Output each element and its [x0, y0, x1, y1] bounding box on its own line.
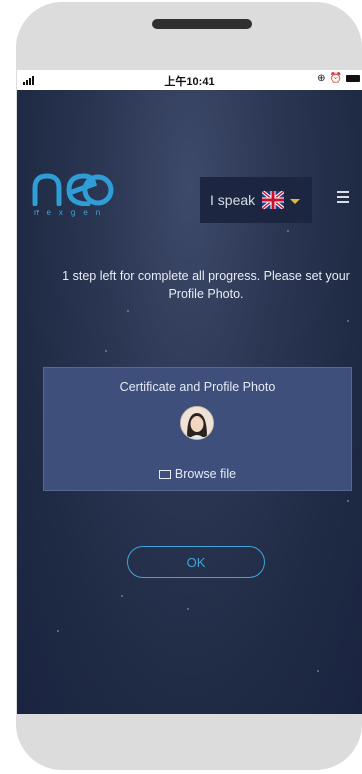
status-time: 上午10:41 [164, 76, 215, 88]
hamburger-menu-icon[interactable] [337, 191, 349, 206]
image-icon [158, 470, 171, 479]
star-decoration [347, 500, 349, 502]
alarm-icon: ⏰ [329, 73, 342, 84]
language-label: I speak [210, 192, 256, 208]
neo-logo-mark [32, 173, 114, 206]
instruction-message: 1 step left for complete all progress. P… [62, 269, 350, 301]
star-decoration [57, 630, 59, 632]
uk-flag-icon [262, 191, 284, 209]
ok-button[interactable]: OK [127, 546, 265, 578]
orientation-lock-icon: ⊕ [317, 73, 326, 84]
upload-card: Certificate and Profile Photo Browse fil… [43, 367, 352, 491]
star-decoration [317, 670, 319, 672]
status-icons: ⊕ ⏰ [317, 73, 360, 84]
star-decoration [121, 595, 123, 597]
neo-logo: nexgen [32, 170, 142, 220]
star-decoration [127, 310, 129, 312]
chevron-down-icon [290, 199, 300, 204]
star-decoration [287, 230, 289, 232]
avatar-image [181, 407, 213, 439]
phone-frame: 上午10:41 ⊕ ⏰ nexgen I speak 1 step left f… [16, 2, 362, 770]
card-title: Certificate and Profile Photo [119, 380, 276, 394]
language-selector[interactable]: I speak [200, 177, 312, 223]
star-decoration [105, 350, 107, 352]
status-bar: 上午10:41 ⊕ ⏰ [17, 70, 362, 90]
speaker-grille [152, 19, 252, 29]
logo-subtext: nexgen [34, 208, 109, 217]
profile-photo[interactable] [180, 406, 214, 440]
battery-icon [346, 75, 360, 82]
star-decoration [187, 608, 189, 610]
star-decoration [347, 320, 349, 322]
browse-file-button[interactable]: Browse file [44, 467, 351, 481]
app-screen: 上午10:41 ⊕ ⏰ nexgen I speak 1 step left f… [17, 70, 362, 714]
browse-file-label: Browse file [174, 467, 237, 481]
